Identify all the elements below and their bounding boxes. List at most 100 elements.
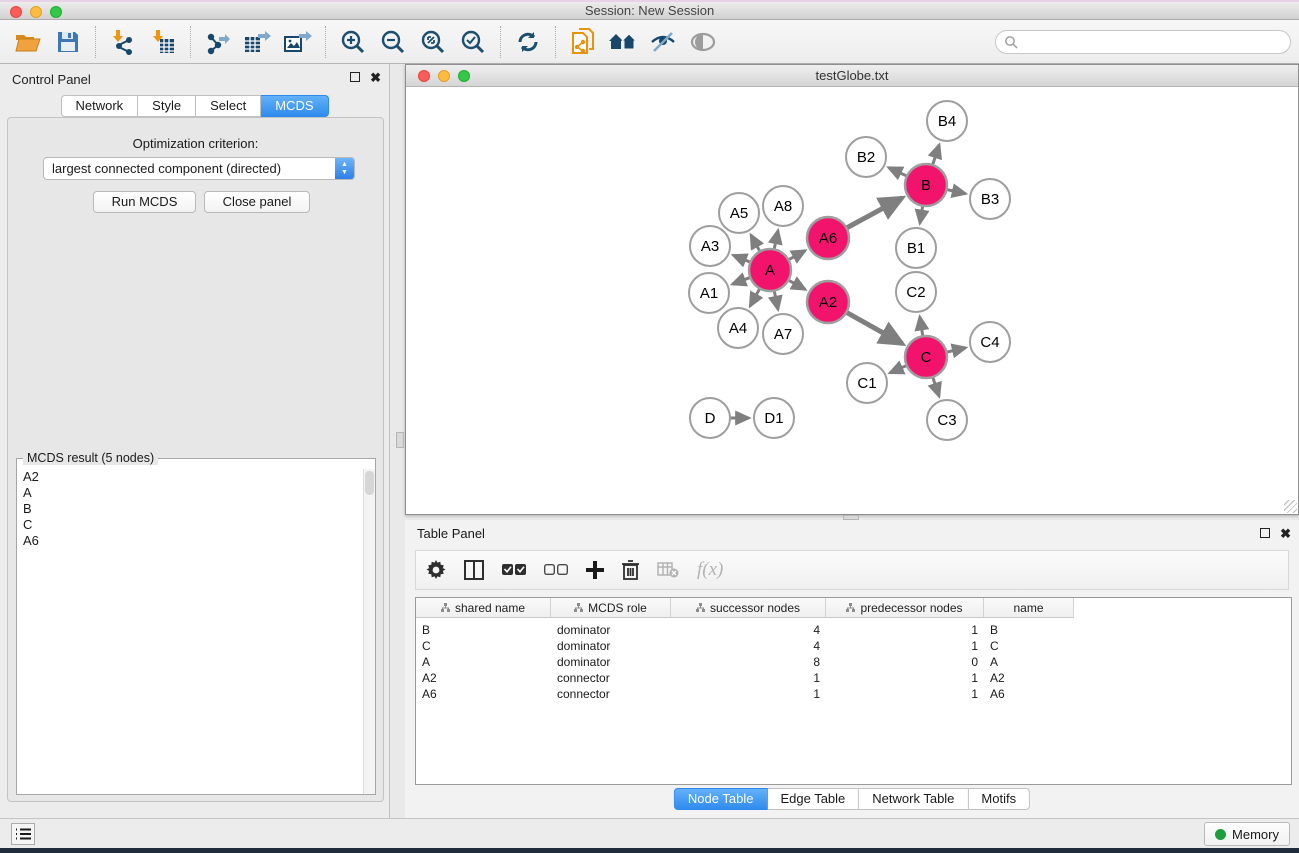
node-A[interactable]: A bbox=[749, 249, 791, 291]
column-header-successor-nodes[interactable]: successor nodes bbox=[671, 598, 826, 617]
mcds-result-list[interactable]: A2ABCA6 bbox=[18, 469, 362, 793]
node-table[interactable]: shared nameMCDS rolesuccessor nodesprede… bbox=[415, 597, 1292, 785]
tab-mcds[interactable]: MCDS bbox=[261, 95, 328, 117]
tab-network-table[interactable]: Network Table bbox=[859, 788, 968, 810]
table-cell[interactable]: A bbox=[984, 654, 1074, 670]
table-cell[interactable]: connector bbox=[551, 686, 671, 702]
column-header-predecessor-nodes[interactable]: predecessor nodes bbox=[826, 598, 984, 617]
first-neighbors-icon[interactable] bbox=[566, 25, 600, 59]
table-cell[interactable]: A2 bbox=[416, 670, 551, 686]
node-A5[interactable]: A5 bbox=[719, 193, 759, 233]
table-cell[interactable]: A2 bbox=[984, 670, 1074, 686]
table-cell[interactable]: connector bbox=[551, 670, 671, 686]
deselect-all-icon[interactable] bbox=[544, 556, 568, 584]
search-field[interactable] bbox=[995, 30, 1291, 54]
zoom-fit-icon[interactable] bbox=[416, 25, 450, 59]
node-C4[interactable]: C4 bbox=[970, 322, 1010, 362]
close-network-button[interactable] bbox=[418, 70, 430, 82]
home-layout-icon[interactable] bbox=[606, 25, 640, 59]
tab-style[interactable]: Style bbox=[138, 95, 196, 117]
result-item[interactable]: C bbox=[18, 517, 362, 533]
close-table-panel-icon[interactable]: ✖ bbox=[1280, 528, 1291, 539]
tab-select[interactable]: Select bbox=[196, 95, 261, 117]
table-cell[interactable]: 4 bbox=[671, 638, 826, 654]
column-header-shared-name[interactable]: shared name bbox=[416, 598, 551, 617]
close-panel-button[interactable]: Close panel bbox=[204, 191, 310, 213]
open-file-icon[interactable] bbox=[11, 25, 45, 59]
minimize-network-button[interactable] bbox=[438, 70, 450, 82]
export-image-icon[interactable] bbox=[281, 25, 315, 59]
table-cell[interactable]: 4 bbox=[671, 622, 826, 638]
network-canvas[interactable]: B4B2BB3A5A8A6B1A3AC2A1A2A4A7CC4C1C3DD1 bbox=[406, 87, 1298, 514]
import-table-icon[interactable] bbox=[146, 25, 180, 59]
zoom-network-button[interactable] bbox=[458, 70, 470, 82]
zoom-in-icon[interactable] bbox=[336, 25, 370, 59]
close-window-button[interactable] bbox=[10, 6, 22, 18]
delete-table-icon[interactable] bbox=[657, 556, 679, 584]
node-B4[interactable]: B4 bbox=[927, 101, 967, 141]
table-cell[interactable]: 1 bbox=[826, 670, 984, 686]
window-controls[interactable] bbox=[10, 6, 62, 18]
network-nodes[interactable]: B4B2BB3A5A8A6B1A3AC2A1A2A4A7CC4C1C3DD1 bbox=[689, 101, 1010, 440]
node-A6[interactable]: A6 bbox=[807, 217, 849, 259]
settings-gear-icon[interactable] bbox=[426, 556, 446, 584]
split-divider-handle[interactable] bbox=[396, 432, 404, 448]
table-cell[interactable]: 8 bbox=[671, 654, 826, 670]
export-table-icon[interactable] bbox=[241, 25, 275, 59]
table-row[interactable]: Cdominator41C bbox=[416, 638, 1074, 654]
node-B3[interactable]: B3 bbox=[970, 179, 1010, 219]
node-C[interactable]: C bbox=[905, 336, 947, 378]
result-item[interactable]: A2 bbox=[18, 469, 362, 485]
import-network-icon[interactable] bbox=[106, 25, 140, 59]
node-A1[interactable]: A1 bbox=[689, 273, 729, 313]
task-history-button[interactable] bbox=[11, 823, 35, 845]
node-A2[interactable]: A2 bbox=[807, 281, 849, 323]
result-item[interactable]: A bbox=[18, 485, 362, 501]
delete-column-icon[interactable] bbox=[622, 556, 639, 584]
table-row[interactable]: A6connector11A6 bbox=[416, 686, 1074, 702]
zoom-selected-icon[interactable] bbox=[456, 25, 490, 59]
table-cell[interactable]: C bbox=[416, 638, 551, 654]
node-C3[interactable]: C3 bbox=[927, 400, 967, 440]
save-session-icon[interactable] bbox=[51, 25, 85, 59]
table-cell[interactable]: dominator bbox=[551, 654, 671, 670]
tab-edge-table[interactable]: Edge Table bbox=[767, 788, 859, 810]
table-cell[interactable]: 1 bbox=[826, 686, 984, 702]
table-cell[interactable]: A bbox=[416, 654, 551, 670]
zoom-window-button[interactable] bbox=[50, 6, 62, 18]
table-cell[interactable]: B bbox=[984, 622, 1074, 638]
table-cell[interactable]: B bbox=[416, 622, 551, 638]
show-details-icon[interactable] bbox=[686, 25, 720, 59]
column-header-MCDS-role[interactable]: MCDS role bbox=[551, 598, 671, 617]
result-item[interactable]: B bbox=[18, 501, 362, 517]
node-D[interactable]: D bbox=[690, 398, 730, 438]
search-input[interactable] bbox=[1018, 35, 1282, 49]
refresh-icon[interactable] bbox=[511, 25, 545, 59]
export-network-icon[interactable] bbox=[201, 25, 235, 59]
table-row[interactable]: Adominator80A bbox=[416, 654, 1074, 670]
optimization-criterion-select[interactable]: largest connected component (directed) ▲… bbox=[43, 157, 355, 180]
tab-network[interactable]: Network bbox=[60, 95, 138, 117]
minimize-window-button[interactable] bbox=[30, 6, 42, 18]
select-all-icon[interactable] bbox=[502, 556, 526, 584]
table-cell[interactable]: 1 bbox=[826, 622, 984, 638]
node-B[interactable]: B bbox=[905, 164, 947, 206]
node-table-header[interactable]: shared nameMCDS rolesuccessor nodesprede… bbox=[416, 598, 1074, 618]
function-builder-icon[interactable]: f(x) bbox=[697, 556, 723, 584]
node-B1[interactable]: B1 bbox=[896, 228, 936, 268]
result-item[interactable]: A6 bbox=[18, 533, 362, 549]
table-cell[interactable]: 1 bbox=[826, 638, 984, 654]
column-manager-icon[interactable] bbox=[464, 556, 484, 584]
network-window-controls[interactable] bbox=[418, 70, 470, 82]
hide-details-icon[interactable] bbox=[646, 25, 680, 59]
node-D1[interactable]: D1 bbox=[754, 398, 794, 438]
node-A4[interactable]: A4 bbox=[718, 308, 758, 348]
table-cell[interactable]: A6 bbox=[416, 686, 551, 702]
node-B2[interactable]: B2 bbox=[846, 137, 886, 177]
close-panel-icon[interactable]: ✖ bbox=[370, 72, 381, 83]
float-table-panel-icon[interactable] bbox=[1260, 528, 1270, 538]
table-row[interactable]: Bdominator41B bbox=[416, 622, 1074, 638]
table-cell[interactable]: 1 bbox=[671, 670, 826, 686]
node-A3[interactable]: A3 bbox=[690, 226, 730, 266]
node-A8[interactable]: A8 bbox=[763, 186, 803, 226]
